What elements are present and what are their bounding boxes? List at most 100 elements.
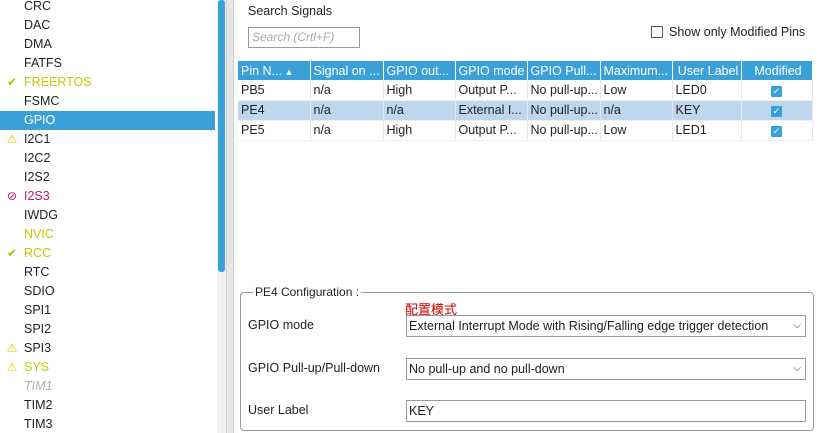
peripheral-item-dac[interactable]: DAC [0,16,215,35]
gpio-mode-select[interactable]: External Interrupt Mode with Rising/Fall… [406,315,806,337]
table-cell: Low [600,120,673,141]
column-header[interactable]: GPIO mode [455,61,528,80]
modified-check-icon: ✓ [771,106,782,117]
column-header[interactable]: Pin N... ▲ [238,61,311,80]
table-cell: n/a [310,100,384,121]
peripheral-item-spi1[interactable]: SPI1 [0,301,215,320]
search-signals-title: Search Signals [248,4,333,18]
peripheral-label: NVIC [24,227,54,241]
column-header[interactable]: Maximum... [600,61,673,80]
table-cell: High [383,80,456,101]
column-header-label: GPIO Pull... [530,63,597,78]
peripheral-label: I2C1 [24,132,51,146]
peripheral-item-tim1[interactable]: TIM1 [0,377,215,396]
peripheral-item-dma[interactable]: DMA [0,35,215,54]
column-header[interactable]: Signal on ... [310,61,384,80]
modified-cell: ✓ [741,80,813,101]
status-icon-empty [5,16,19,35]
peripheral-item-spi2[interactable]: SPI2 [0,320,215,339]
peripheral-label: DAC [24,18,51,32]
peripheral-label: I2S2 [24,170,50,184]
column-header-label: GPIO out... [386,63,450,78]
status-icon-empty [5,263,19,282]
status-icon-empty [5,149,19,168]
status-icon-empty [5,377,19,396]
chevron-down-icon: ⌵ [793,363,801,374]
peripheral-item-tim2[interactable]: TIM2 [0,396,215,415]
pin-configuration-legend: PE4 Configuration : [253,285,362,299]
peripheral-item-sys[interactable]: ⚠ SYS [0,358,215,377]
column-header[interactable]: Modified [741,61,813,80]
status-icon-empty [5,54,19,73]
panel-splitter[interactable] [226,0,234,433]
peripheral-label: I2S3 [24,189,50,203]
status-icon-empty [5,282,19,301]
check-icon: ✔ [6,246,18,260]
column-header-label: Signal on ... [313,63,380,78]
table-cell: PE4 [238,100,311,121]
table-cell: PE5 [238,120,311,141]
column-header[interactable]: GPIO Pull... [527,61,601,80]
gpio-pull-value: No pull-up and no pull-down [409,362,565,376]
peripheral-label: SDIO [24,284,55,298]
peripheral-item-rtc[interactable]: RTC [0,263,215,282]
peripheral-item-rcc[interactable]: ✔ RCC [0,244,215,263]
peripheral-item-sdio[interactable]: SDIO [0,282,215,301]
peripheral-label: RTC [24,265,50,279]
peripheral-item-iwdg[interactable]: IWDG [0,206,215,225]
gpio-pull-select[interactable]: No pull-up and no pull-down ⌵ [406,358,806,380]
gpio-mode-label: GPIO mode [248,318,314,332]
column-header-label: Pin N... [241,63,282,78]
peripheral-item-fatfs[interactable]: FATFS [0,54,215,73]
table-row[interactable]: PB5 n/a High Output P... No pull-up... Low LED… [238,80,813,101]
table-header-row: Pin N... ▲ Signal on ... GPIO out... GPIO m… [238,61,813,80]
peripheral-item-i2c2[interactable]: I2C2 [0,149,215,168]
table-cell: Output P... [455,120,528,141]
peripheral-label: TIM2 [24,398,53,412]
search-signals-input[interactable]: Search (Crtl+F) [248,27,360,48]
peripheral-label: FATFS [24,56,62,70]
table-cell: PB5 [238,80,311,101]
peripheral-item-spi3[interactable]: ⚠ SPI3 [0,339,215,358]
table-row[interactable]: PE5 n/a High Output P... No pull-up... Low LED… [238,120,813,141]
peripheral-item-tim3[interactable]: TIM3 [0,415,215,433]
peripheral-item-crc[interactable]: CRC [0,0,215,16]
gpio-mode-value: External Interrupt Mode with Rising/Fall… [409,319,769,333]
chevron-down-icon: ⌵ [793,320,801,331]
peripheral-item-i2s2[interactable]: I2S2 [0,168,215,187]
peripheral-label: SPI1 [24,303,52,317]
column-header[interactable]: User Label [672,61,742,80]
column-header-label: GPIO mode [458,63,525,78]
gpio-configuration-panel: Search Signals Search (Crtl+F) Show only… [234,0,820,433]
pin-configuration-group: PE4 Configuration : 配置模式 GPIO mode Exter… [240,285,814,431]
peripheral-item-i2s3[interactable]: ⊘ I2S3 [0,187,215,206]
column-header[interactable]: GPIO out... [383,61,456,80]
peripheral-item-freertos[interactable]: ✔ FREERTOS [0,73,215,92]
status-icon-empty [5,396,19,415]
user-label-label: User Label [248,403,309,417]
gpio-pull-label: GPIO Pull-up/Pull-down [248,361,381,375]
table-cell: High [383,120,456,141]
peripheral-item-i2c1[interactable]: ⚠ I2C1 [0,130,215,149]
warning-icon: ⚠ [6,360,18,374]
status-icon-empty [5,320,19,339]
user-label-input[interactable]: KEY [406,400,806,422]
show-only-modified-checkbox[interactable] [651,26,663,38]
table-cell: No pull-up... [527,120,601,141]
status-icon-empty [5,301,19,320]
peripheral-label: I2C2 [24,151,51,165]
show-only-modified-pins-toggle[interactable]: Show only Modified Pins [651,25,805,39]
table-cell: Low [600,80,673,101]
table-row[interactable]: PE4 n/a n/a External I... No pull-up... n/a KE… [238,100,813,121]
peripheral-list-scroll-thumb[interactable] [218,0,225,272]
column-header-label: User Label [677,63,739,78]
peripheral-item-nvic[interactable]: NVIC [0,225,215,244]
table-cell: External I... [455,100,528,121]
peripheral-label: RCC [24,246,52,260]
peripheral-label: SYS [24,360,50,374]
peripheral-item-fsmc[interactable]: FSMC [0,92,215,111]
peripheral-label: SPI3 [24,341,52,355]
peripheral-list: CRC DAC DMA FATFS ✔ FREERTOS FSMC GPIO ⚠ I2C1 I2C2… [0,0,215,433]
peripheral-item-gpio[interactable]: GPIO [0,111,215,130]
peripheral-list-panel: CRC DAC DMA FATFS ✔ FREERTOS FSMC GPIO ⚠ I2C1 I2C2… [0,0,226,433]
